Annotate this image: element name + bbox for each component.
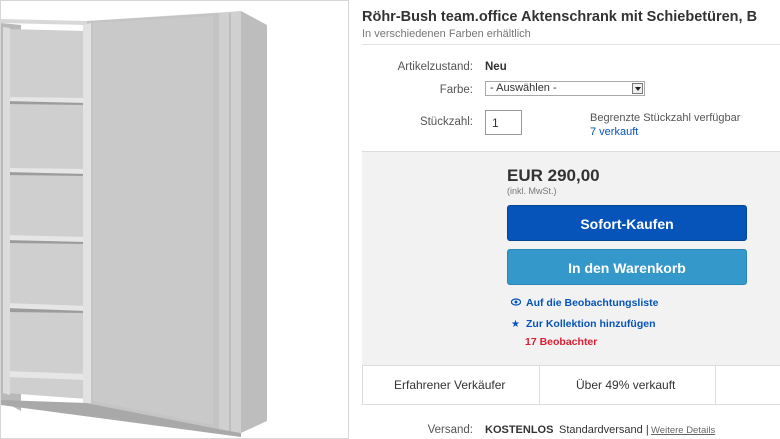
seller-bar-divider	[539, 366, 540, 404]
shipping-details-link[interactable]: Weitere Details	[651, 425, 715, 436]
product-subtitle: In verschiedenen Farben erhältlich	[362, 28, 531, 40]
seller-badge: Erfahrener Verkäufer	[394, 378, 506, 392]
price-tax-note: (inkl. MwSt.)	[507, 186, 557, 196]
condition-value: Neu	[485, 61, 507, 73]
collection-label: Zur Kollektion hinzufügen	[526, 318, 656, 330]
shipping-free: KOSTENLOS	[485, 424, 554, 436]
title-divider	[362, 44, 780, 45]
availability-text: Begrenzte Stückzahl verfügbar	[590, 112, 741, 124]
quantity-label: Stückzahl:	[419, 116, 473, 128]
watchlist-link[interactable]: Auf die Beobachtungsliste	[510, 297, 658, 309]
condition-label: Artikelzustand:	[397, 61, 473, 73]
cabinet-illustration	[1, 11, 267, 437]
product-title: Röhr-Bush team.office Aktenschrank mit S…	[362, 9, 758, 25]
add-to-cart-button[interactable]: In den Warenkorb	[507, 249, 747, 285]
eye-icon	[510, 298, 521, 309]
price: EUR 290,00	[507, 166, 600, 185]
shipping-label: Versand:	[427, 424, 473, 436]
shipping-type: Standardversand |	[559, 424, 649, 436]
quantity-input[interactable]: 1	[485, 110, 522, 135]
color-select-value: - Auswählen -	[490, 82, 557, 94]
color-select[interactable]: - Auswählen -	[485, 81, 645, 96]
star-icon: ★	[511, 319, 520, 330]
buy-now-button[interactable]: Sofort-Kaufen	[507, 205, 747, 241]
collection-link[interactable]: ★ Zur Kollektion hinzufügen	[510, 318, 656, 330]
watchers-count: 17 Beobachter	[525, 336, 598, 348]
color-label: Farbe:	[439, 84, 473, 96]
sold-count-link[interactable]: 7 verkauft	[590, 126, 638, 138]
product-image[interactable]	[0, 0, 349, 439]
sold-percent: Über 49% verkauft	[576, 378, 676, 392]
chevron-down-icon[interactable]	[632, 83, 643, 94]
seller-bar-divider	[715, 366, 716, 404]
watchlist-label: Auf die Beobachtungsliste	[526, 297, 659, 309]
